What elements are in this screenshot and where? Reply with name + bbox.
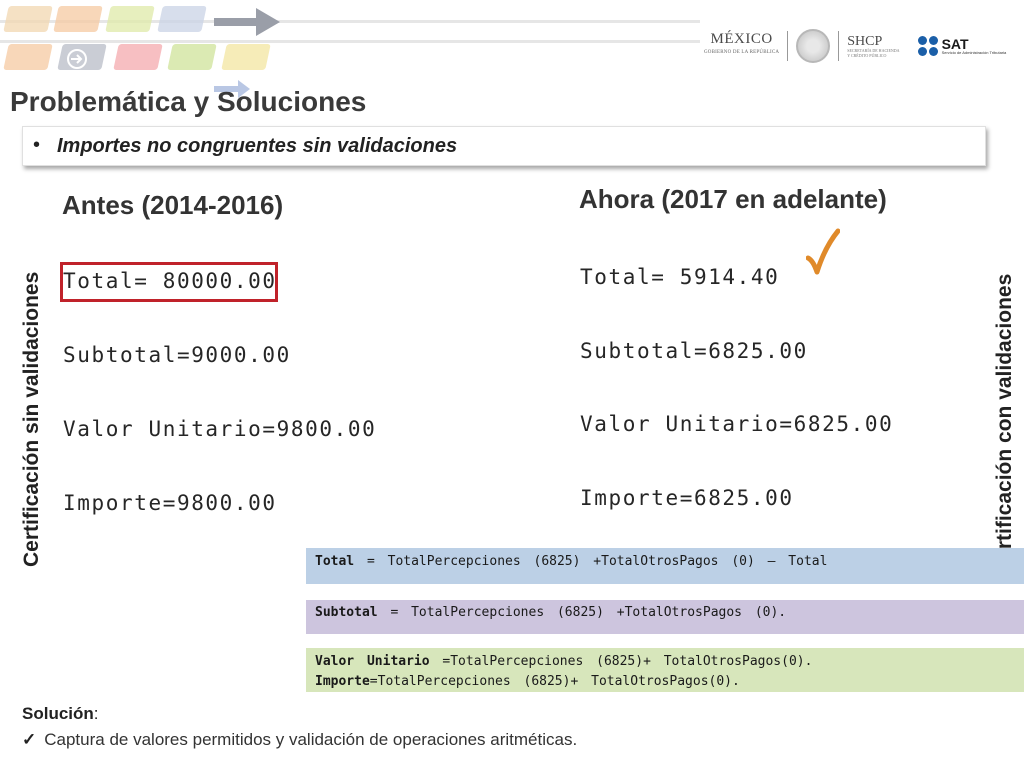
after-total: Total= 5914.40: [580, 265, 780, 289]
header-tile: [113, 44, 163, 70]
highlight-box: [60, 262, 278, 302]
bullet: •: [33, 134, 41, 156]
logo-shcp: SHCP SECRETARÍA DE HACIENDA Y CRÉDITO PÚ…: [847, 33, 900, 58]
checkmark-icon: [806, 228, 840, 275]
formula-subtotal-text: = TotalPercepciones (6825) +TotalOtrosPa…: [377, 605, 787, 620]
after-importe: Importe=6825.00: [580, 486, 794, 510]
solution-item: ✓ Captura de valores permitidos y validac…: [22, 730, 577, 750]
header-tile: [105, 6, 155, 32]
solution-label: Solución: [22, 704, 94, 723]
formula-total-box: Total = TotalPercepciones (6825) +TotalO…: [306, 548, 1024, 584]
logo-mexico: MÉXICO GOBIERNO DE LA REPÚBLICA: [704, 32, 779, 60]
solution-item-text: Captura de valores permitidos y validaci…: [44, 730, 578, 749]
header-tile: [3, 44, 53, 70]
before-valor-unitario: Valor Unitario=9800.00: [63, 417, 377, 441]
page-title: Problemática y Soluciones: [10, 86, 367, 117]
logo-sat-subtext: Servicio de Administración Tributaria: [941, 49, 1007, 55]
header-tile: [53, 6, 103, 32]
logo-shcp-subtext: SECRETARÍA DE HACIENDA: [847, 47, 900, 53]
header-tile: [3, 6, 53, 32]
solution-colon: :: [93, 704, 99, 723]
before-subtotal: Subtotal=9000.00: [63, 343, 291, 367]
formula-importe-text: =TotalPercepciones (6825)+ TotalOtrosPag…: [369, 674, 740, 689]
header-tile: [221, 44, 271, 70]
formula-valor-text: =TotalPercepciones (6825)+ TotalOtrosPag…: [429, 654, 813, 669]
after-heading: Ahora (2017 en adelante): [579, 184, 887, 214]
circle-arrow-icon: [67, 49, 87, 69]
formula-subtotal-box: Subtotal = TotalPercepciones (6825) +Tot…: [306, 600, 1024, 634]
logo-separator: [838, 31, 840, 61]
arrow-right-icon: [214, 8, 280, 36]
logo-shcp-text: SHCP: [847, 33, 883, 49]
check-icon: ✓: [22, 730, 37, 749]
before-importe: Importe=9800.00: [63, 491, 277, 515]
logo-separator: [787, 31, 789, 61]
logo-sat: SAT Servicio de Administración Tributari…: [917, 36, 1007, 56]
vertical-label-left: Certificación sin validaciones: [20, 271, 43, 567]
formula-total-key: Total: [315, 554, 355, 569]
before-heading: Antes (2014-2016): [62, 190, 284, 220]
formula-total-text: = TotalPercepciones (6825) +TotalOtrosPa…: [354, 554, 828, 569]
formula-importe-key: Importe: [315, 674, 370, 689]
header-tile: [157, 6, 207, 32]
after-subtotal: Subtotal=6825.00: [580, 339, 808, 363]
subtitle-text: Importes no congruentes sin validaciones: [57, 135, 458, 157]
logo-mexico-subtext: GOBIERNO DE LA REPÚBLICA: [704, 50, 780, 55]
government-logos: MÉXICO GOBIERNO DE LA REPÚBLICA SHCP SEC…: [704, 26, 1006, 66]
solution-title: Solución:: [22, 704, 99, 724]
formula-unit-box: Valor Unitario =TotalPercepciones (6825)…: [306, 648, 1024, 692]
logo-shcp-subtext: Y CRÉDITO PÚBLICO: [847, 52, 887, 58]
formula-valor-key: Valor Unitario: [315, 654, 430, 669]
subtitle-box: • Importes no congruentes sin validacion…: [22, 126, 986, 166]
after-valor-unitario: Valor Unitario=6825.00: [580, 412, 894, 436]
sat-dots-icon: [917, 36, 938, 56]
eagle-seal-icon: [796, 29, 831, 63]
header-tile: [167, 44, 217, 70]
formula-subtotal-key: Subtotal: [315, 605, 378, 620]
logo-mexico-text: MÉXICO: [710, 31, 773, 47]
vertical-label-right: Certificación con validaciones: [993, 273, 1016, 576]
header-band: [0, 20, 700, 23]
header-band: [0, 40, 700, 43]
